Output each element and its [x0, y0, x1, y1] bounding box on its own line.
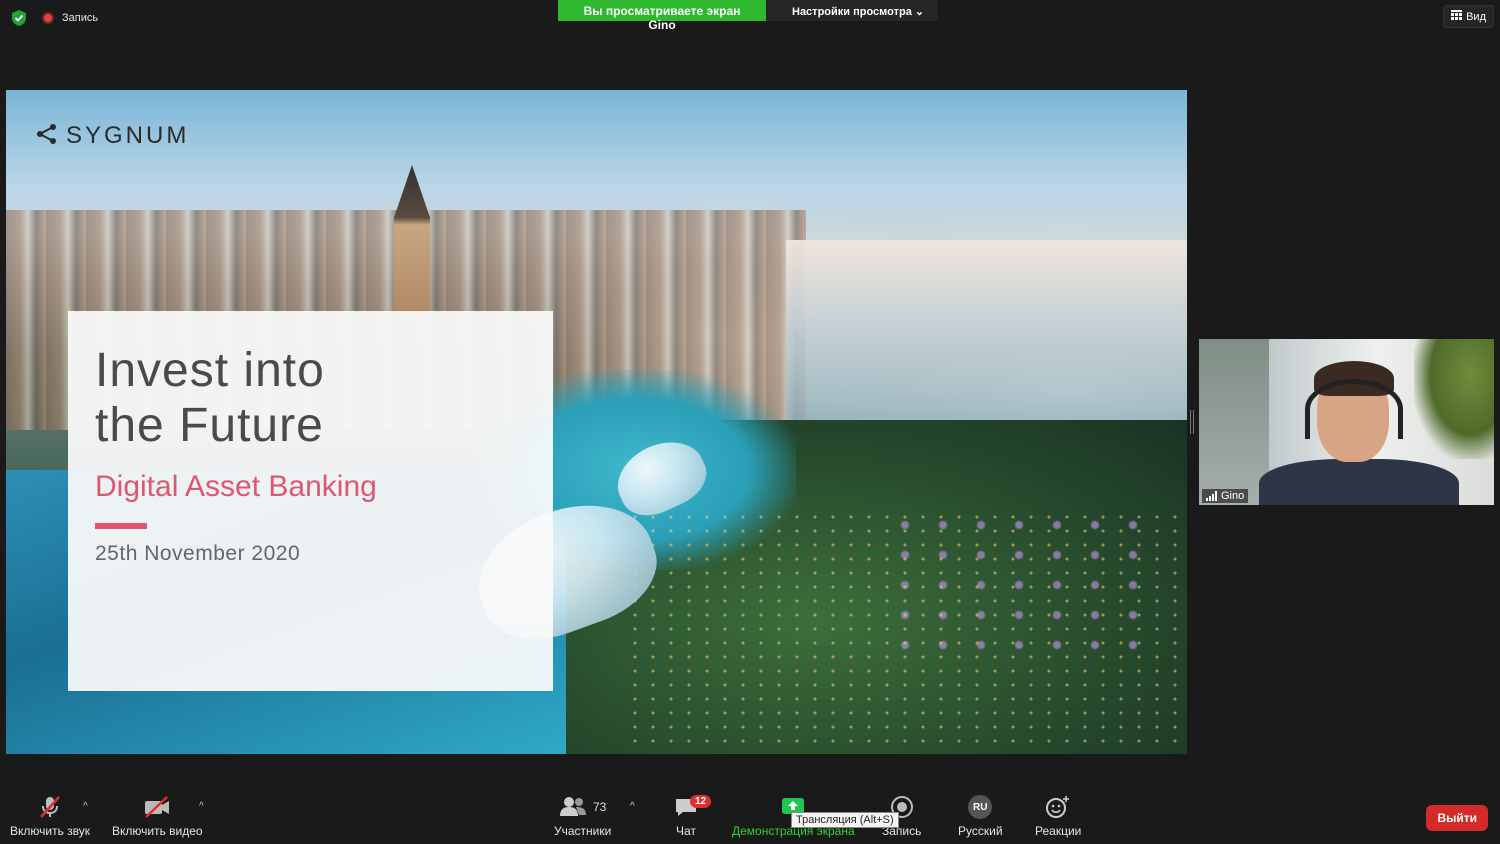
slide-accent-bar [95, 523, 147, 529]
participants-options-caret[interactable]: ^ [630, 801, 635, 812]
leave-button[interactable]: Выйти [1426, 805, 1488, 831]
video-options-caret[interactable]: ^ [199, 801, 204, 812]
participants-count: 73 [592, 800, 607, 814]
language-code: RU [968, 795, 993, 819]
meeting-toolbar: Включить звук ^ Включить видео ^ 73 Учас… [0, 787, 1500, 844]
language-button[interactable]: RU Русский [958, 793, 1003, 838]
shared-screen-slide: SYGNUM Invest into the Future Digital As… [6, 90, 1187, 754]
reactions-icon [1045, 793, 1071, 821]
participant-body [1259, 459, 1459, 505]
start-video-label: Включить видео [112, 824, 203, 838]
share-screen-tooltip: Трансляция (Alt+S) [791, 812, 899, 828]
sygnum-logo-icon [36, 123, 58, 150]
panel-resize-handle[interactable] [1190, 410, 1194, 434]
slide-title-card: Invest into the Future Digital Asset Ban… [68, 311, 553, 691]
slide-title-line-1: Invest into [95, 344, 325, 397]
view-settings-label: Настройки просмотра [792, 6, 912, 18]
recording-label: Запись [62, 12, 99, 24]
headset-icon [1305, 379, 1403, 439]
shield-icon[interactable] [10, 8, 28, 28]
chevron-down-icon: ⌄ [914, 6, 925, 18]
slide-background-church-tower [394, 165, 430, 315]
chat-label: Чат [676, 824, 696, 838]
participants-label: Участники [554, 824, 612, 838]
top-left-status: Запись [10, 8, 98, 28]
participants-button[interactable]: 73 Участники [554, 793, 611, 838]
participant-video-tile[interactable]: Gino [1199, 339, 1494, 505]
slide-subtitle: Digital Asset Banking [95, 470, 377, 503]
audio-options-caret[interactable]: ^ [83, 801, 88, 812]
unmute-button[interactable]: Включить звук [10, 793, 90, 838]
video-off-icon [143, 793, 171, 821]
zoom-meeting-window: Запись Вы просматриваете экран Gino Наст… [0, 0, 1500, 844]
participants-icon [559, 795, 587, 820]
start-video-button[interactable]: Включить видео [112, 793, 203, 838]
signal-icon [1206, 491, 1217, 501]
record-icon [42, 12, 54, 24]
sygnum-logo: SYGNUM [36, 122, 189, 150]
chat-button[interactable]: 12 Чат [674, 793, 712, 838]
chat-unread-badge: 12 [690, 795, 712, 808]
participants-icon-wrap: 73 [559, 793, 606, 821]
slide-background-lake [786, 240, 1187, 440]
language-icon: RU [968, 793, 993, 821]
slide-background-lights [626, 510, 1186, 750]
video-background-plant [1414, 339, 1494, 459]
view-settings-dropdown[interactable]: Настройки просмотра ⌄ [766, 0, 938, 21]
grid-icon [1451, 10, 1463, 23]
participant-name: Gino [1221, 490, 1245, 502]
slide-title-line-2: the Future [95, 399, 324, 452]
slide-date: 25th November 2020 [95, 542, 301, 565]
language-label: Русский [958, 824, 1003, 838]
screen-share-banner: Вы просматриваете экран Gino Настройки п… [558, 0, 938, 32]
viewing-screen-label: Вы просматриваете экран Gino [558, 0, 766, 32]
reactions-button[interactable]: Реакции [1035, 793, 1081, 838]
unmute-label: Включить звук [10, 824, 91, 838]
view-button-label: Вид [1466, 10, 1486, 23]
view-button[interactable]: Вид [1443, 5, 1494, 28]
reactions-label: Реакции [1035, 824, 1082, 838]
sygnum-logo-text: SYGNUM [66, 122, 190, 149]
recording-indicator[interactable]: Запись [42, 12, 98, 24]
muted-mic-icon [37, 793, 63, 821]
participant-name-tag: Gino [1202, 489, 1249, 503]
